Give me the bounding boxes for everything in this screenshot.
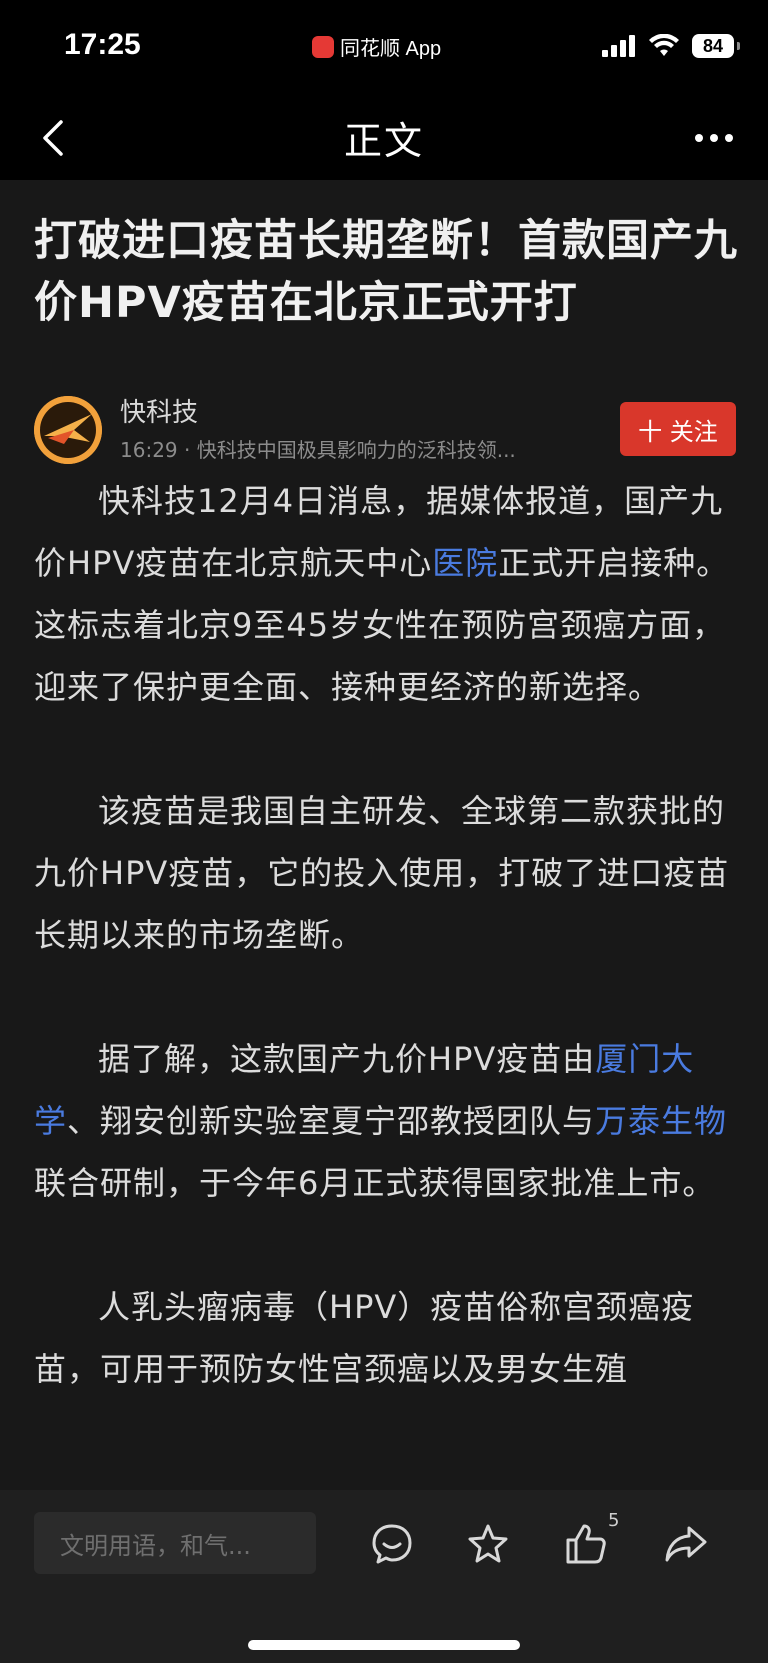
author-row: 快科技 16:29 · 快科技中国极具影响力的泛科技领... 十 关注	[34, 392, 736, 468]
share-icon	[665, 1526, 707, 1562]
like-count: 5	[608, 1510, 620, 1531]
author-meta: 16:29 · 快科技中国极具影响力的泛科技领...	[120, 438, 516, 462]
paragraph: 人乳头瘤病毒（HPV）疫苗俗称宫颈癌疫苗，可用于预防女性宫颈癌以及男女生殖	[34, 1288, 695, 1388]
author-name[interactable]: 快科技	[120, 392, 198, 429]
article-body: 快科技12月4日消息，据媒体报道，国产九价HPV疫苗在北京航天中心医院正式开启接…	[34, 470, 738, 1462]
like-button[interactable]	[560, 1518, 612, 1570]
wifi-icon	[649, 34, 679, 56]
paragraph-text: 、翔安创新实验室夏宁邵教授团队与	[67, 1102, 596, 1140]
nav-bar: 正文	[0, 96, 768, 180]
comment-input[interactable]: 文明用语，和气...	[34, 1512, 316, 1574]
paragraph-text: 据了解，这款国产九价HPV疫苗由	[98, 1040, 596, 1078]
signal-icon	[602, 35, 635, 57]
share-button[interactable]	[660, 1518, 712, 1570]
app-badge-icon	[312, 35, 334, 58]
article-content[interactable]: 打破进口疫苗长期垄断！首款国产九价HPV疫苗在北京正式开打 快科技 16:29 …	[0, 180, 768, 1490]
paragraph: 据了解，这款国产九价HPV疫苗由厦门大学、翔安创新实验室夏宁邵教授团队与万泰生物…	[34, 1028, 738, 1214]
battery-icon: 84	[692, 34, 740, 58]
thumbs-up-icon	[566, 1524, 606, 1564]
comment-icon	[372, 1524, 412, 1564]
status-app-indicator: 同花顺 App	[312, 32, 441, 61]
star-icon	[468, 1524, 508, 1563]
home-indicator[interactable]	[248, 1640, 520, 1650]
author-logo-icon	[34, 396, 102, 464]
more-dots-icon	[695, 134, 733, 142]
paragraph: 快科技12月4日消息，据媒体报道，国产九价HPV疫苗在北京航天中心医院正式开启接…	[34, 470, 738, 718]
more-button[interactable]	[688, 114, 740, 162]
link-wantai-bio[interactable]: 万泰生物	[595, 1102, 727, 1140]
article-headline: 打破进口疫苗长期垄断！首款国产九价HPV疫苗在北京正式开打	[34, 216, 738, 328]
favorite-button[interactable]	[462, 1518, 514, 1570]
follow-label: 十 关注	[638, 417, 718, 446]
paragraph: 该疫苗是我国自主研发、全球第二款获批的九价HPV疫苗，它的投入使用，打破了进口疫…	[34, 792, 730, 954]
comment-button[interactable]	[366, 1518, 418, 1570]
status-time: 17:25	[64, 28, 141, 61]
status-bar: 17:25 同花顺 App 84	[0, 0, 768, 96]
bottom-toolbar: 文明用语，和气... 5	[0, 1490, 768, 1663]
comment-placeholder: 文明用语，和气...	[60, 1531, 251, 1560]
paragraph-text: 联合研制，于今年6月正式获得国家批准上市。	[34, 1164, 716, 1202]
link-hospital[interactable]: 医院	[432, 544, 498, 582]
author-avatar[interactable]	[34, 396, 102, 464]
status-app-name: 同花顺 App	[340, 38, 442, 60]
page-title: 正文	[343, 119, 424, 163]
status-icons: 84	[602, 34, 740, 58]
battery-level: 84	[702, 35, 724, 56]
follow-button[interactable]: 十 关注	[620, 402, 736, 456]
